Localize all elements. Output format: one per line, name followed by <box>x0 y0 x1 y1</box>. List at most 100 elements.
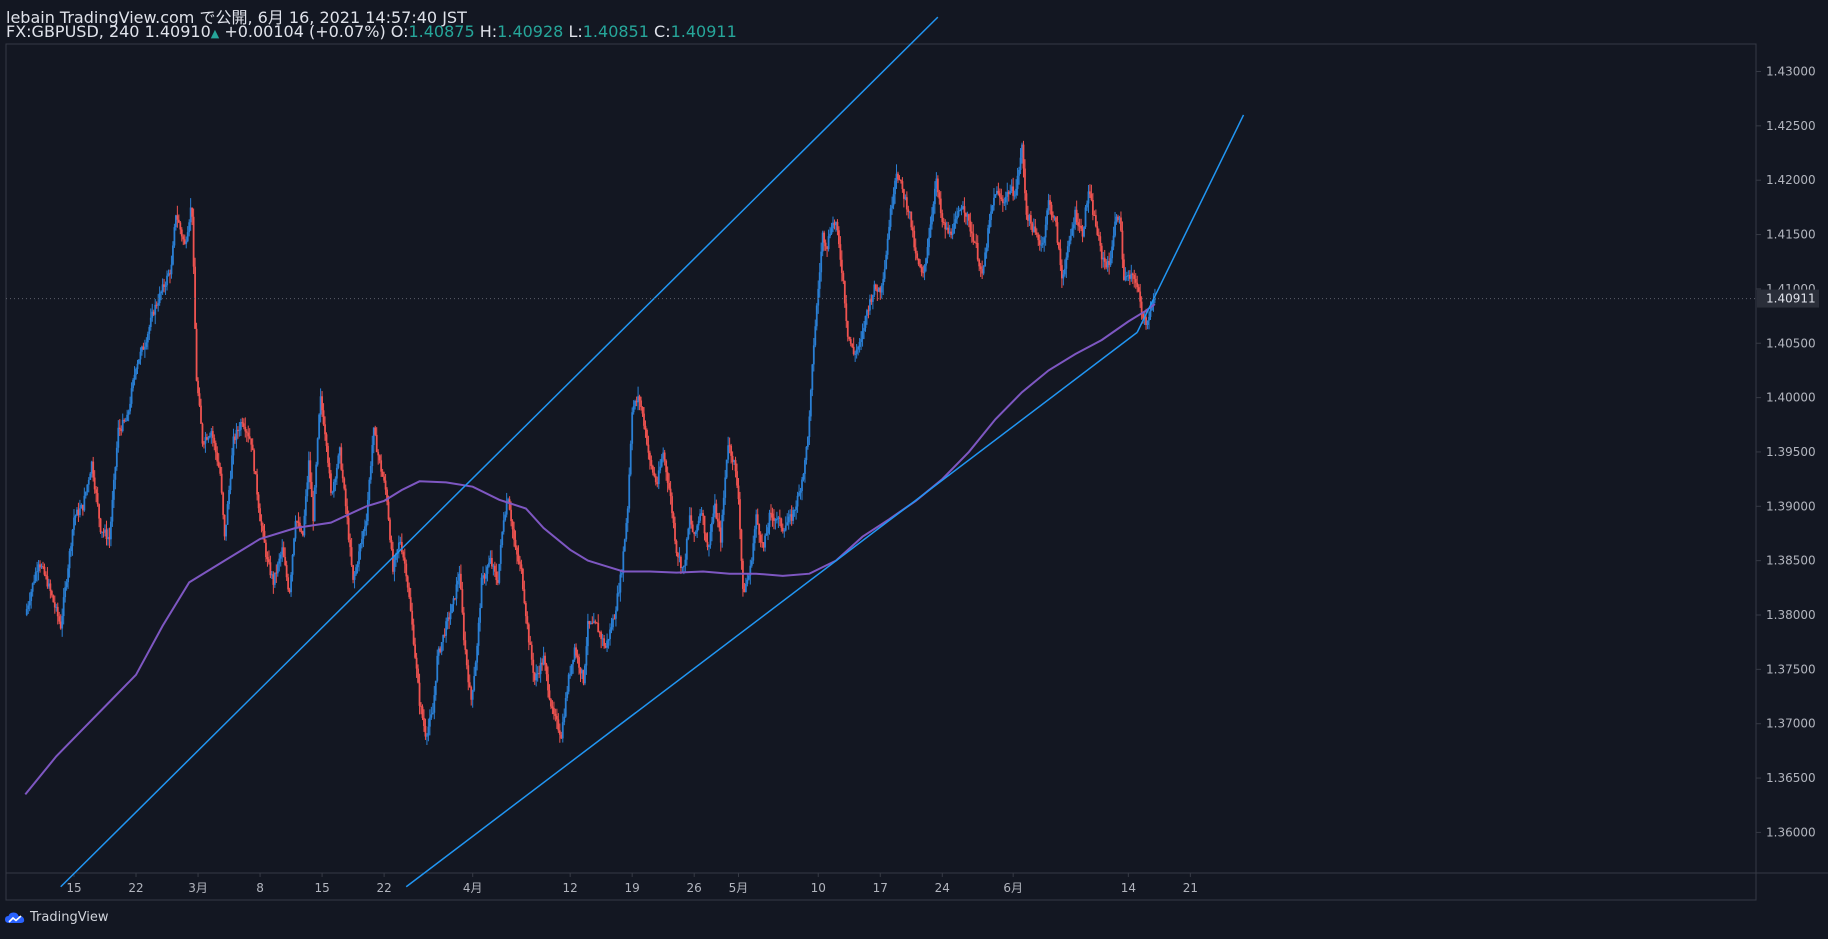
candle-body <box>756 514 759 525</box>
candle-body <box>133 374 136 380</box>
candle-body <box>126 414 129 421</box>
candle-body <box>56 606 59 617</box>
candle-body <box>86 484 89 492</box>
candle-body <box>89 473 92 480</box>
candle-body <box>1024 168 1026 194</box>
candle-body <box>393 559 396 572</box>
candle-body <box>694 531 697 535</box>
candle-body <box>622 551 625 574</box>
candle-body <box>672 513 675 523</box>
last-price-label: 1.40911 <box>1766 292 1816 306</box>
candle-body <box>166 275 168 286</box>
candle-body <box>335 467 338 479</box>
candle-body <box>381 471 384 477</box>
candle-body <box>522 568 524 590</box>
candle-body <box>514 539 517 548</box>
candle-body <box>347 517 350 540</box>
time-tick-label: 8 <box>256 881 264 895</box>
candle-body <box>1063 268 1066 275</box>
candle-body <box>1100 245 1103 260</box>
candle-body <box>651 465 654 473</box>
candle-body <box>846 320 849 337</box>
candle-body <box>276 563 279 574</box>
candle-body <box>362 531 365 539</box>
candle-body <box>269 562 272 576</box>
moving-average <box>24 303 1156 796</box>
candle-body <box>428 717 431 727</box>
candle-body <box>984 252 987 267</box>
candle-body <box>365 521 368 527</box>
candle-body <box>213 437 216 444</box>
candle-body <box>807 436 809 447</box>
trend-channel[interactable] <box>60 16 1245 888</box>
candle-body <box>702 513 704 516</box>
price-tick-label: 1.37500 <box>1766 662 1816 676</box>
candle-body <box>752 543 755 561</box>
tradingview-brand[interactable]: TradingView <box>4 910 109 925</box>
time-tick-label: 17 <box>873 881 888 895</box>
time-tick-label: 12 <box>563 881 578 895</box>
candle-body <box>795 506 797 510</box>
candle-body <box>459 573 462 590</box>
candle-body <box>886 238 889 255</box>
candle-body <box>586 621 589 647</box>
candle-body <box>510 509 512 522</box>
candle-body <box>228 490 230 505</box>
candle-body <box>1040 244 1043 246</box>
candle-body <box>132 379 134 389</box>
candle-body <box>685 538 688 560</box>
candle-body <box>830 228 833 234</box>
candle-body <box>654 476 657 483</box>
candle-body <box>290 574 292 593</box>
candle-body <box>254 471 257 475</box>
candle-body <box>350 547 353 566</box>
candle-body <box>222 492 225 515</box>
candle-body <box>185 241 188 244</box>
candle-body <box>690 515 693 525</box>
candle-body <box>576 655 579 658</box>
candle-body <box>681 567 684 569</box>
candle-body <box>31 583 34 592</box>
candle-body <box>361 538 363 545</box>
candle-body <box>705 533 707 542</box>
candle-body <box>551 706 554 709</box>
candle-body <box>384 480 387 490</box>
candle-body <box>849 339 852 344</box>
candle-body <box>380 460 383 472</box>
candle-body <box>343 478 346 489</box>
candle-body <box>366 499 369 522</box>
candle-body <box>610 627 613 630</box>
candle-body <box>513 529 515 540</box>
candle-body <box>1066 246 1069 258</box>
time-axis[interactable]: 15 22 3月 8 15 22 4月 12 19 26 5月 10 17 24 6月 14 21 <box>66 873 1198 895</box>
tradingview-cloud-icon <box>5 912 25 923</box>
candle-body <box>49 583 52 592</box>
candle-body <box>121 419 124 431</box>
candle-body <box>235 429 238 441</box>
candle-body <box>461 589 464 613</box>
candle-body <box>442 634 445 643</box>
candle-body <box>462 612 465 641</box>
candle-body <box>1131 273 1134 276</box>
candle-body <box>62 597 65 617</box>
candle-body <box>888 226 891 239</box>
candle-body <box>340 447 343 470</box>
candle-body <box>316 438 319 465</box>
candle-body <box>554 714 557 716</box>
candle-body <box>993 197 995 206</box>
candle-body <box>547 674 549 691</box>
candle-body <box>1046 210 1049 225</box>
price-tick-label: 1.38500 <box>1766 554 1816 568</box>
candle-body <box>36 571 38 573</box>
candle-body <box>337 455 340 468</box>
candle-body <box>871 294 874 302</box>
candle-body <box>750 560 753 566</box>
price-chart[interactable]: 1.430001.425001.420001.415001.410001.405… <box>0 0 1828 939</box>
channel-line-lower-extension <box>1136 114 1245 333</box>
candle-body <box>967 214 970 221</box>
candle-body <box>445 621 448 636</box>
candle-body <box>188 222 191 233</box>
candle-body <box>691 524 694 533</box>
candle-body <box>784 525 787 531</box>
price-axis[interactable]: 1.430001.425001.420001.415001.410001.405… <box>1756 65 1816 840</box>
